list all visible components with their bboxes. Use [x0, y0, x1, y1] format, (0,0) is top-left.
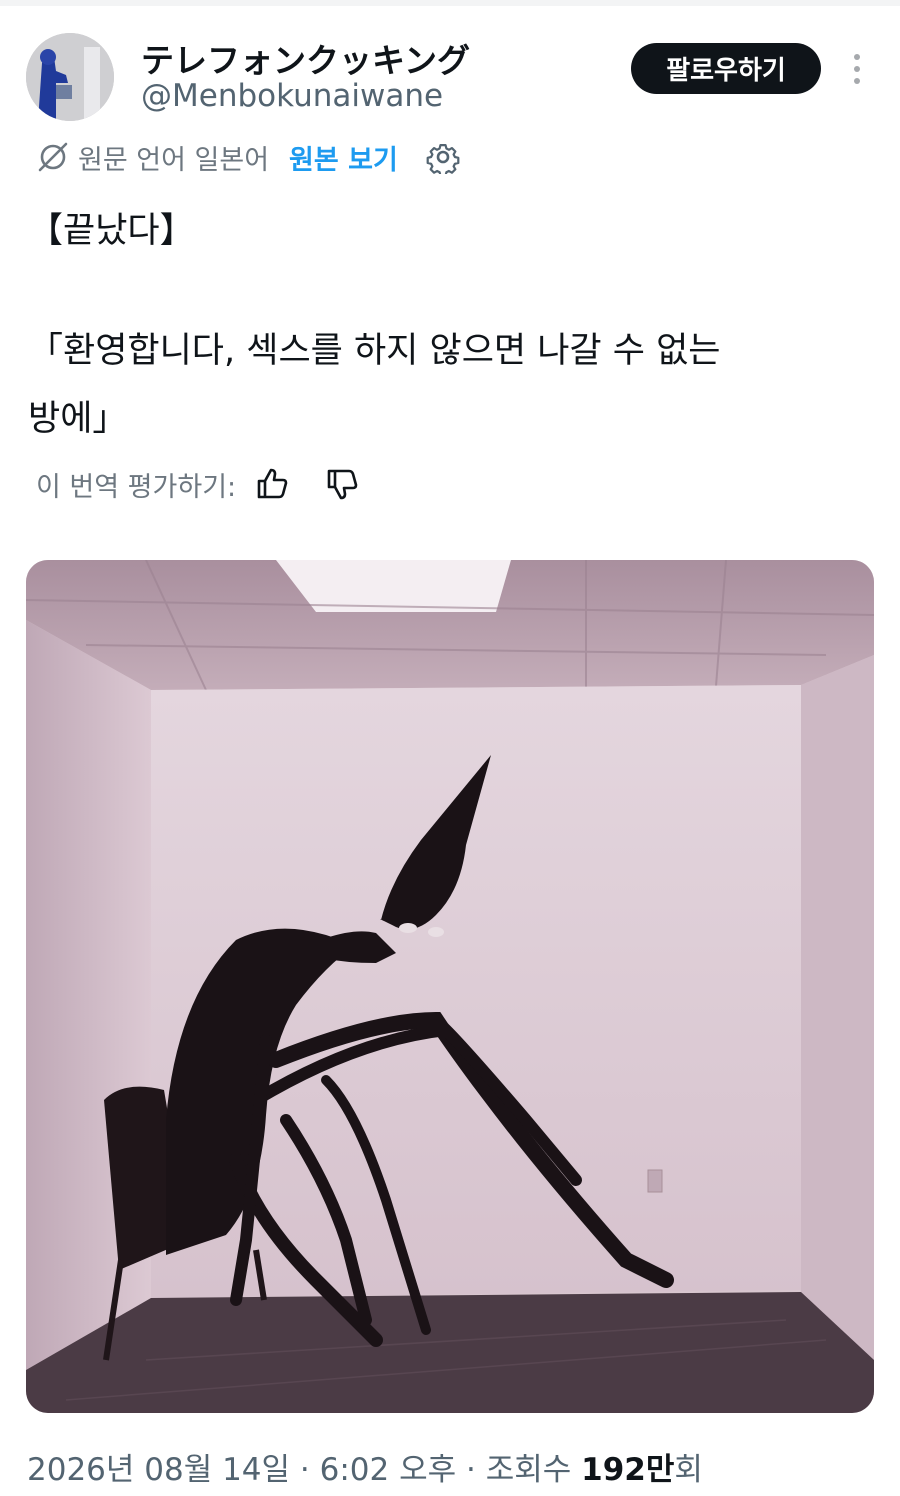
thumbs-up-icon[interactable] [254, 466, 290, 502]
avatar[interactable] [26, 33, 114, 121]
meta-separator: · [456, 1452, 486, 1488]
tweet-text-line-3: 방에」 [28, 399, 128, 439]
views-count: 192만 [581, 1452, 675, 1488]
thumbs-down-icon[interactable] [324, 466, 360, 502]
source-language-note: 원문 언어 일본어 [78, 144, 270, 176]
more-dot [854, 66, 860, 72]
rate-translation-label: 이 번역 평가하기: [36, 471, 237, 503]
tweet-text-line-2: 「환영합니다, 섹스를 하지 않으면 나갈 수 없는 [28, 331, 721, 371]
display-name[interactable]: テレフォンクッキング [141, 34, 470, 82]
globe-slash-icon [38, 142, 68, 172]
top-divider [0, 0, 900, 6]
tweet-text-line-1: 【끝났다】 [28, 211, 195, 251]
view-original-link[interactable]: 원본 보기 [289, 138, 398, 177]
post-date[interactable]: 2026년 08월 14일 [27, 1452, 290, 1488]
views-suffix: 회 [674, 1452, 703, 1488]
follow-button[interactable]: 팔로우하기 [631, 43, 821, 94]
tweet-detail-page: テレフォンクッキング @Menbokunaiwane 팔로우하기 원문 언어 일… [0, 0, 900, 1496]
gear-icon[interactable] [426, 140, 460, 174]
rate-translation-row: 이 번역 평가하기: [36, 463, 360, 505]
translation-bar: 원문 언어 일본어 원본 보기 [36, 137, 460, 177]
views-label: 조회수 [485, 1452, 572, 1488]
meta-separator: · [290, 1452, 320, 1488]
tweet-photo[interactable] [26, 560, 874, 1413]
user-handle[interactable]: @Menbokunaiwane [141, 78, 443, 114]
more-options-button[interactable] [842, 50, 872, 88]
more-vertical-icon [854, 54, 860, 60]
post-time[interactable]: 6:02 오후 [320, 1452, 457, 1488]
tweet-meta: 2026년 08월 14일 · 6:02 오후 · 조회수 192만회 [27, 1444, 703, 1489]
more-dot [854, 78, 860, 84]
